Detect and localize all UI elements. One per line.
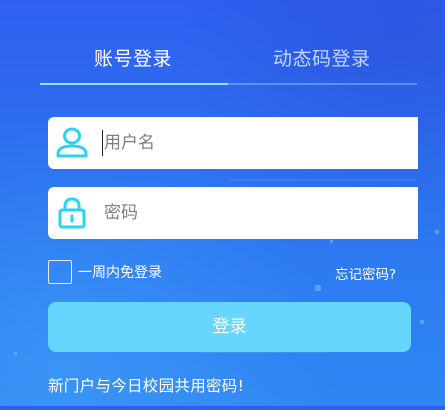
remember-checkbox[interactable] [48,260,72,284]
remember-label: 一周内免登录 [78,265,162,281]
text-caret [102,130,103,156]
remember-me[interactable]: 一周内免登录 [48,259,162,285]
username-field [48,117,418,169]
footer-note: 新门户与今日校园共用密码! [48,377,245,395]
password-field [48,187,418,239]
lock-icon [54,195,90,231]
login-button[interactable]: 登录 [48,302,411,352]
tab-dynamic-code-login[interactable]: 动态码登录 [273,44,371,71]
forgot-password-link[interactable]: 忘记密码? [335,263,396,283]
password-input[interactable] [104,187,404,239]
tab-account-login[interactable]: 账号登录 [94,44,172,71]
username-input[interactable] [104,117,404,169]
user-icon [54,125,90,161]
tab-underline-active [40,83,228,85]
login-tabs: 账号登录 动态码登录 [40,30,417,86]
